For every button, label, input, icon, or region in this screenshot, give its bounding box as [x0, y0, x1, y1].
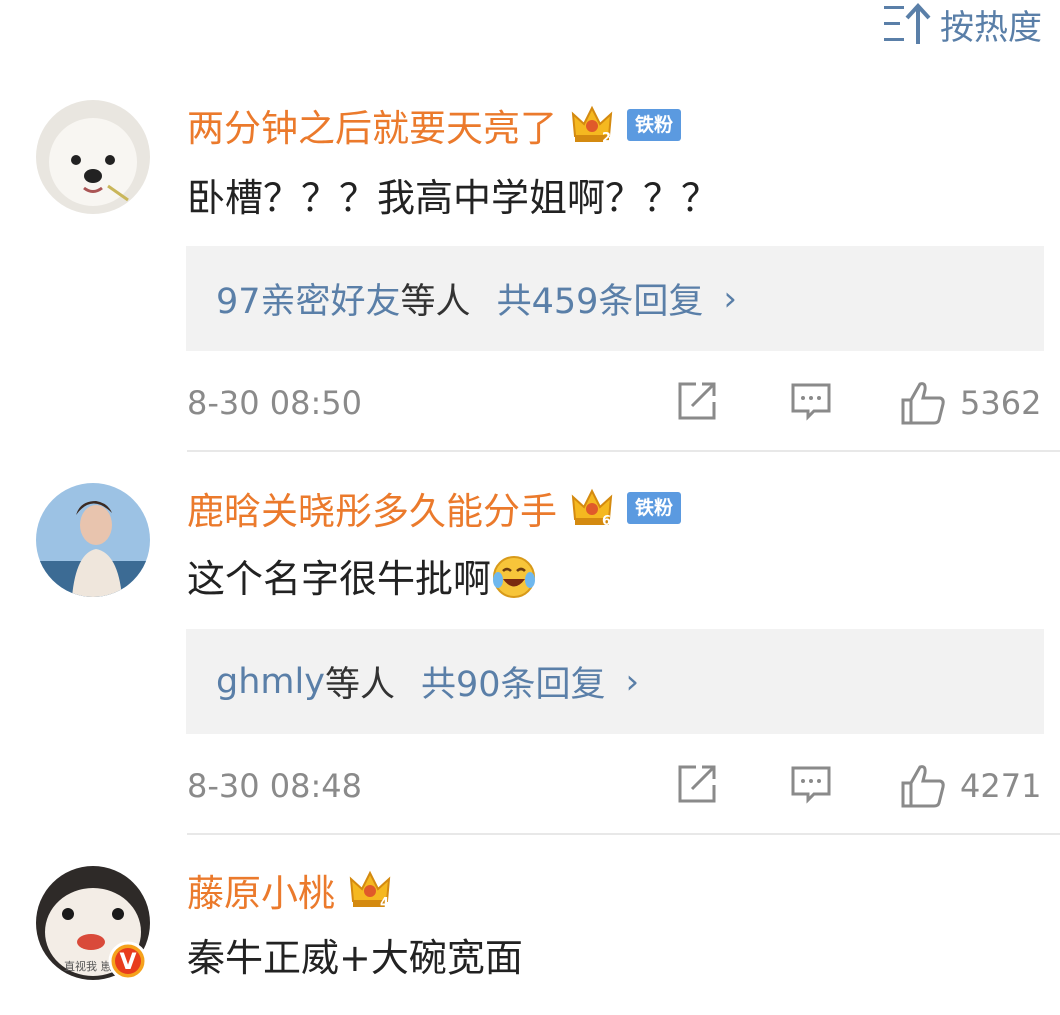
reply-count: 共459条回复 — [496, 282, 704, 322]
comment-icon — [791, 383, 831, 421]
share-icon — [678, 765, 716, 803]
name-row: 藤原小桃 4 — [187, 862, 393, 918]
comment-icon — [791, 766, 831, 804]
svg-text:6: 6 — [602, 514, 611, 529]
reply-etc: 等人 — [400, 282, 471, 322]
reply-names[interactable]: 97亲密好友 — [216, 273, 401, 324]
fan-badge: 铁粉 — [627, 109, 682, 141]
woman-avatar-image — [36, 483, 150, 597]
reply-names[interactable]: ghmly — [216, 662, 325, 702]
username[interactable]: 鹿晗关晓彤多久能分手 — [187, 481, 557, 535]
like-count: 4271 — [960, 767, 1042, 805]
chevron-right-icon: › — [625, 661, 640, 702]
timestamp: 8-30 08:48 — [187, 767, 363, 805]
share-button[interactable] — [676, 380, 718, 422]
dog-avatar-image — [36, 100, 150, 214]
comment-text: 秦牛正威+大碗宽面 — [187, 936, 523, 980]
timestamp: 8-30 08:50 — [187, 384, 363, 422]
svg-text:直视我 崽: 直视我 崽 — [64, 959, 112, 973]
username[interactable]: 两分钟之后就要天亮了 — [187, 98, 557, 152]
fan-badge: 铁粉 — [627, 492, 682, 524]
svg-text:V: V — [119, 950, 136, 975]
laugh-cry-emoji — [493, 556, 536, 598]
share-button[interactable] — [676, 763, 718, 805]
share-icon — [678, 382, 716, 420]
sort-label: 按热度 — [940, 7, 1042, 48]
name-row: 鹿晗关晓彤多久能分手 6 铁粉 — [187, 480, 682, 536]
reply-count: 共90条回复 — [420, 665, 606, 705]
comment-text: 卧槽？？？我高中学姐啊？？？ — [187, 176, 720, 220]
avatar[interactable] — [36, 483, 150, 597]
thumbs-up-icon — [901, 765, 945, 808]
svg-text:2: 2 — [602, 131, 611, 146]
crown-icon[interactable]: 6 — [569, 485, 615, 531]
svg-text:4: 4 — [380, 896, 389, 911]
like-count: 5362 — [960, 384, 1042, 422]
divider — [187, 450, 1060, 452]
comment-text-content: 这个名字很牛批啊 — [187, 557, 492, 601]
crown-icon[interactable]: 4 — [347, 867, 393, 913]
comment-meta: 8-30 08:48 4271 — [0, 763, 1060, 813]
replies-link[interactable]: ghmly 等人 共90条回复 › — [186, 629, 1044, 734]
name-row: 两分钟之后就要天亮了 2 铁粉 — [187, 97, 682, 153]
verified-v-icon: V — [108, 941, 148, 981]
like-button[interactable]: 4271 — [900, 763, 1041, 809]
verified-badge: V — [108, 941, 148, 981]
crown-icon[interactable]: 2 — [569, 102, 615, 148]
sort-up-icon — [884, 3, 931, 44]
comment-text: 这个名字很牛批啊 — [187, 551, 537, 607]
sort-by-hot-button[interactable]: 按热度 — [882, 2, 1042, 48]
comment-button[interactable] — [790, 763, 832, 805]
divider — [187, 833, 1060, 835]
avatar[interactable] — [36, 100, 150, 214]
comment-meta: 8-30 08:50 5362 — [0, 380, 1060, 430]
chevron-right-icon: › — [723, 278, 737, 319]
like-button[interactable]: 5362 — [900, 380, 1041, 426]
thumbs-up-icon — [901, 382, 945, 425]
replies-link[interactable]: 97亲密好友 等人 共459条回复 › — [186, 246, 1044, 351]
username[interactable]: 藤原小桃 — [187, 863, 335, 917]
reply-etc: 等人 — [324, 665, 395, 705]
comment-button[interactable] — [790, 380, 832, 422]
